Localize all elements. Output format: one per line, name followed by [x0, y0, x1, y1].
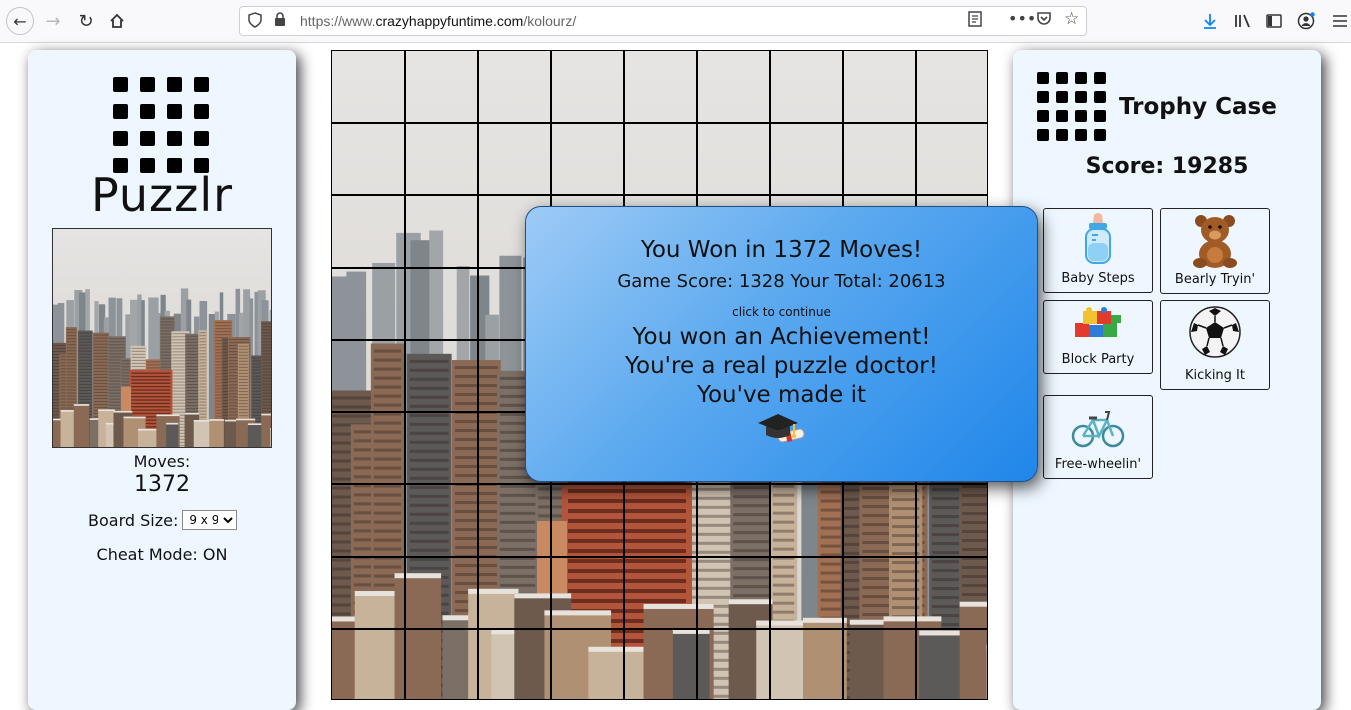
- achievement-label: Kicking It: [1161, 368, 1269, 383]
- browser-toolbar: ← → ↻ https://www.crazyhappyfuntime.com/…: [0, 0, 1351, 43]
- toy-blocks-icon: [1073, 305, 1123, 341]
- cheat-mode-status: Cheat Mode: ON: [28, 545, 296, 564]
- forward-arrow-icon[interactable]: →: [39, 7, 67, 35]
- tile-divider: [404, 51, 406, 700]
- sidebar-icon[interactable]: [1260, 7, 1288, 35]
- teddy-bear-icon: [1189, 213, 1241, 269]
- board-size-label: Board Size:: [88, 511, 178, 530]
- url-text[interactable]: https://www.crazyhappyfuntime.com/kolour…: [300, 13, 576, 29]
- tile-divider: [332, 122, 988, 124]
- reader-view-icon[interactable]: [968, 11, 982, 31]
- trophy-case-panel: Trophy Case Score: 19285 Baby Steps Bear…: [1013, 50, 1321, 710]
- achievement-label: Baby Steps: [1044, 271, 1152, 286]
- more-actions-icon[interactable]: •••: [1008, 9, 1036, 28]
- graduation-cap-icon: [756, 411, 806, 447]
- achievement-subtitle: You've made it: [526, 382, 1037, 408]
- app-title: Puzzlr: [28, 168, 296, 222]
- achievement-message: You won an Achievement!: [526, 324, 1037, 350]
- moves-label: Moves:: [28, 452, 296, 471]
- achievement-label: Block Party: [1044, 352, 1152, 367]
- back-arrow-icon: ←: [6, 7, 34, 35]
- trophy-case-title: Trophy Case: [1119, 94, 1277, 120]
- tile-divider: [332, 556, 988, 558]
- reload-icon[interactable]: ↻: [72, 7, 100, 35]
- account-icon[interactable]: [1292, 7, 1320, 35]
- url-path: /kolourz/: [523, 13, 576, 29]
- game-score-message: Game Score: 1328 Your Total: 20613: [526, 271, 1037, 292]
- win-message: You Won in 1372 Moves!: [526, 237, 1037, 263]
- tile-divider: [332, 483, 988, 485]
- soccer-ball-icon: [1188, 305, 1242, 359]
- url-host: crazyhappyfuntime.com: [375, 13, 523, 29]
- achievement-kicking-it[interactable]: Kicking It: [1160, 300, 1270, 390]
- trophy-case-logo-icon: [1037, 72, 1106, 141]
- tile-divider: [332, 194, 988, 196]
- menu-icon[interactable]: [1330, 7, 1350, 35]
- library-icon[interactable]: [1229, 7, 1257, 35]
- home-icon[interactable]: [103, 7, 131, 35]
- achievement-bearly-tryin[interactable]: Bearly Tryin': [1160, 208, 1270, 294]
- puzzlr-logo-icon: [113, 77, 209, 173]
- click-to-continue[interactable]: click to continue: [526, 305, 1037, 319]
- shield-icon[interactable]: [248, 12, 262, 32]
- win-modal[interactable]: You Won in 1372 Moves! Game Score: 1328 …: [525, 206, 1038, 482]
- total-score: Score: 19285: [1013, 154, 1321, 179]
- preview-image: [52, 228, 272, 448]
- bookmark-star-icon[interactable]: ☆: [1064, 9, 1079, 29]
- achievement-free-wheelin[interactable]: Free-wheelin': [1043, 395, 1153, 479]
- pocket-icon[interactable]: [1036, 11, 1052, 30]
- tile-divider: [477, 51, 479, 700]
- tile-divider: [332, 628, 988, 630]
- url-prefix: https://www.: [300, 13, 375, 29]
- download-icon[interactable]: [1196, 7, 1224, 35]
- moves-counter: 1372: [28, 472, 296, 497]
- game-info-panel: Puzzlr Moves: 1372 Board Size: 9 x 9 Che…: [28, 50, 296, 710]
- bicycle-icon: [1071, 404, 1125, 454]
- achievement-label: Free-wheelin': [1044, 457, 1152, 472]
- baby-bottle-icon: [1078, 213, 1118, 267]
- board-size-row: Board Size: 9 x 9: [88, 510, 237, 530]
- board-size-select[interactable]: 9 x 9: [182, 510, 237, 530]
- achievement-label: Bearly Tryin': [1161, 272, 1269, 287]
- lock-icon[interactable]: [274, 12, 286, 31]
- achievement-baby-steps[interactable]: Baby Steps: [1043, 208, 1153, 293]
- url-bar[interactable]: https://www.crazyhappyfuntime.com/kolour…: [239, 6, 1087, 36]
- achievement-block-party[interactable]: Block Party: [1043, 300, 1153, 374]
- achievement-description: You're a real puzzle doctor!: [526, 353, 1037, 379]
- back-button[interactable]: ←: [6, 7, 34, 35]
